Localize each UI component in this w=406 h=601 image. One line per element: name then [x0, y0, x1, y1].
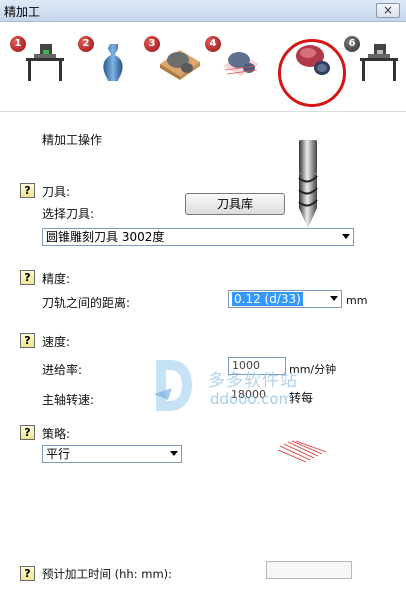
watermark-url: ddooo.com	[210, 390, 294, 408]
stepover-unit: mm	[346, 294, 368, 307]
step-2-button[interactable]: 2	[78, 32, 138, 102]
active-step-indicator	[278, 39, 346, 107]
model-vase-icon	[103, 44, 123, 81]
chevron-down-icon	[170, 451, 178, 456]
toolbar-divider	[0, 111, 406, 112]
watermark-d-icon	[154, 360, 192, 411]
watermark-title: 多多软件站	[208, 371, 298, 391]
strategy-select[interactable]: 平行	[42, 445, 182, 463]
tool-select-value: 圆锥雕刻刀具 3002度	[46, 230, 165, 244]
semi-finishing-icon	[223, 52, 259, 76]
window-title: 精加工	[4, 5, 41, 19]
estimate-help-icon[interactable]: ?	[20, 566, 35, 581]
tool-library-button[interactable]: 刀具库	[185, 193, 285, 215]
stepover-label: 刀轨之间的距离:	[42, 296, 131, 310]
close-button[interactable]: ×	[376, 3, 400, 18]
step-1-button[interactable]: 1	[10, 32, 70, 102]
step-6-button[interactable]: 6	[344, 32, 404, 102]
estimate-time-field	[266, 561, 352, 579]
step-toolbar: 1 2 3 4 6	[0, 22, 406, 112]
roughing-icon	[160, 50, 200, 80]
tool-help-icon[interactable]: ?	[20, 183, 35, 198]
step-3-button[interactable]: 3	[144, 32, 204, 102]
stepover-select-value: 0.12 (d/33)	[232, 292, 303, 306]
chevron-down-icon	[342, 234, 350, 239]
estimate-label: 预计加工时间 (hh: mm):	[42, 567, 173, 581]
panel-heading: 精加工操作	[42, 133, 103, 147]
end-mill-icon	[298, 140, 318, 228]
precision-section-label: 精度:	[42, 272, 71, 286]
feed-rate-label: 进给率:	[42, 363, 83, 377]
machine-output-icon	[360, 44, 398, 81]
tool-section-label: 刀具:	[42, 185, 71, 199]
tool-select[interactable]: 圆锥雕刻刀具 3002度	[42, 228, 354, 246]
strategy-help-icon[interactable]: ?	[20, 425, 35, 440]
strategy-section-label: 策略:	[42, 427, 71, 441]
chevron-down-icon	[330, 296, 338, 301]
precision-help-icon[interactable]: ?	[20, 270, 35, 285]
spindle-speed-label: 主轴转速:	[42, 393, 95, 407]
step-4-button[interactable]: 4	[205, 32, 265, 102]
watermark-logo: 多多软件站 ddooo.com	[150, 352, 340, 424]
strategy-select-value: 平行	[46, 447, 71, 461]
parallel-strategy-icon	[277, 440, 327, 463]
select-tool-label: 选择刀具:	[42, 207, 95, 221]
stepover-select[interactable]: 0.12 (d/33)	[228, 290, 342, 308]
machine-setup-icon	[26, 44, 64, 81]
speed-section-label: 速度:	[42, 335, 71, 349]
speed-help-icon[interactable]: ?	[20, 333, 35, 348]
title-bar: 精加工 ×	[0, 0, 406, 22]
